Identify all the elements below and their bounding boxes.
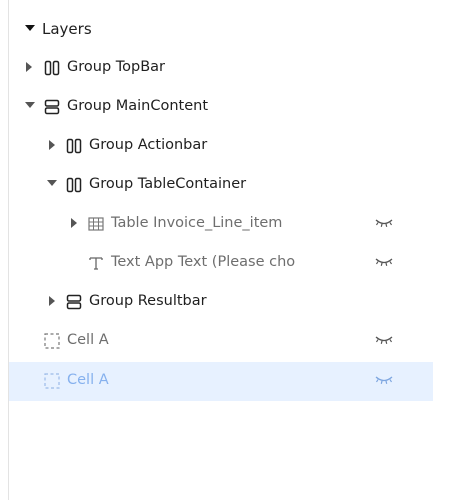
eye-closed-icon[interactable] xyxy=(374,333,394,347)
dashed-square-icon xyxy=(44,333,60,349)
columns-icon xyxy=(66,177,82,193)
layer-label: Cell A xyxy=(67,332,109,348)
layer-row-group-tablecontainer[interactable]: Group TableContainer xyxy=(9,166,433,205)
layer-label: Group Resultbar xyxy=(89,293,207,309)
layer-row-group-actionbar[interactable]: Group Actionbar xyxy=(9,127,433,166)
layer-label: Group MainContent xyxy=(67,98,209,114)
layer-row-cell-a-selected[interactable]: Cell A xyxy=(9,362,433,401)
table-icon xyxy=(88,216,104,232)
caret-down-icon[interactable] xyxy=(25,101,37,113)
text-icon xyxy=(88,255,104,271)
rows-icon xyxy=(66,294,82,310)
layer-label: Group Actionbar xyxy=(89,137,208,153)
canvas-edge xyxy=(433,0,452,500)
caret-right-icon[interactable] xyxy=(26,62,38,74)
layer-label: Cell A xyxy=(67,372,109,388)
layer-row-table-invoice[interactable]: Table Invoice_Line_item xyxy=(9,205,433,244)
layer-row-group-topbar[interactable]: Group TopBar xyxy=(9,49,433,88)
columns-icon xyxy=(44,60,60,76)
layer-row-cell-a[interactable]: Cell A xyxy=(9,322,433,361)
eye-closed-icon[interactable] xyxy=(374,216,394,230)
dashed-square-icon xyxy=(44,373,60,389)
layers-header[interactable]: Layers xyxy=(9,10,433,49)
layer-label: Group TopBar xyxy=(67,59,166,75)
caret-right-icon[interactable] xyxy=(49,296,61,308)
layer-row-group-resultbar[interactable]: Group Resultbar xyxy=(9,283,433,322)
columns-icon xyxy=(66,138,82,154)
layers-panel: Layers Group TopBar Group MainContent Gr… xyxy=(8,0,434,500)
layer-label: Text App Text (Please cho xyxy=(111,254,296,270)
layer-row-group-maincontent[interactable]: Group MainContent xyxy=(9,88,433,127)
layer-label: Table Invoice_Line_item xyxy=(111,215,283,231)
rows-icon xyxy=(44,99,60,115)
layer-label: Group TableContainer xyxy=(89,176,247,192)
chevron-down-icon[interactable] xyxy=(25,25,35,33)
panel-title: Layers xyxy=(42,20,92,38)
caret-right-icon[interactable] xyxy=(49,140,61,152)
caret-down-icon[interactable] xyxy=(47,179,59,191)
eye-closed-icon[interactable] xyxy=(374,255,394,269)
eye-closed-icon[interactable] xyxy=(374,373,394,387)
layer-row-text-app-text[interactable]: Text App Text (Please cho xyxy=(9,244,433,283)
caret-right-icon[interactable] xyxy=(71,218,83,230)
